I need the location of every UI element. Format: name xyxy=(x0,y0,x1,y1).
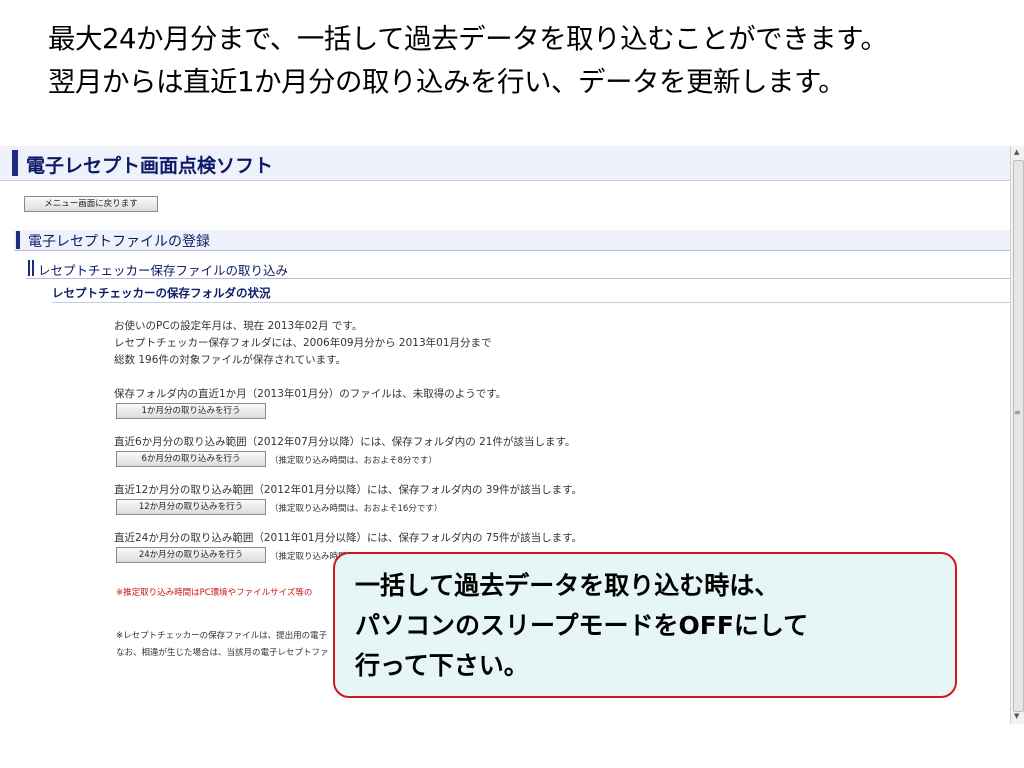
section-folder-status: レセプトチェッカーの保存フォルダの状況 xyxy=(52,284,1010,303)
slide-heading-line-1: 最大24か月分まで、一括して過去データを取り込むことができます。 xyxy=(48,23,888,55)
section-accent-bar xyxy=(16,231,20,249)
import-12-months-button[interactable]: 12か月分の取り込みを行う xyxy=(116,499,266,515)
import-12-estimate: （推定取り込み時間は、おおよそ16分です） xyxy=(270,504,443,514)
status-line-1: お使いのPCの設定年月は、現在 2013年02月 です。 xyxy=(114,320,363,332)
import-6-description: 直近6か月分の取り込み範囲（2012年07月分以降）には、保存フォルダ内の 21… xyxy=(114,436,576,448)
scroll-up-arrow-icon[interactable]: ▲ xyxy=(1014,148,1019,156)
scrollbar-thumb[interactable] xyxy=(1013,160,1024,712)
import-12-description: 直近12か月分の取り込み範囲（2012年01月分以降）には、保存フォルダ内の 3… xyxy=(114,484,583,496)
estimate-warning-note: ※推定取り込み時間はPC環境やファイルサイズ等の xyxy=(116,588,313,598)
section-accent-bar xyxy=(32,260,34,276)
file-note-1: ※レセプトチェッカーの保存ファイルは、提出用の電子 xyxy=(116,631,328,641)
app-title-bar: 電子レセプト画面点検ソフト xyxy=(0,146,1010,181)
title-accent-bar xyxy=(12,150,18,176)
import-1-description: 保存フォルダ内の直近1か月（2013年01月分）のファイルは、未取得のようです。 xyxy=(114,388,507,400)
status-line-2: レセプトチェッカー保存フォルダには、2006年09月分から 2013年01月分ま… xyxy=(114,337,492,349)
file-note-2: なお、相違が生じた場合は、当該月の電子レセプトファ xyxy=(116,648,329,658)
import-24-description: 直近24か月分の取り込み範囲（2011年01月分以降）には、保存フォルダ内の 7… xyxy=(114,532,583,544)
vertical-scrollbar[interactable]: ▲ ≡ ▼ xyxy=(1010,146,1024,724)
section-title: レセプトチェッカー保存ファイルの取り込み xyxy=(38,263,289,278)
section-checker-import: レセプトチェッカー保存ファイルの取り込み xyxy=(26,258,1010,279)
back-to-menu-button[interactable]: メニュー画面に戻ります xyxy=(24,196,158,212)
slide-heading-line-2: 翌月からは直近1か月分の取り込みを行い、データを更新します。 xyxy=(48,66,846,98)
import-24-months-button[interactable]: 24か月分の取り込みを行う xyxy=(116,547,266,563)
section-title: レセプトチェッカーの保存フォルダの状況 xyxy=(52,286,271,300)
import-6-estimate: （推定取り込み時間は、おおよそ8分です） xyxy=(270,456,437,466)
callout-box: 一括して過去データを取り込む時は、 パソコンのスリープモードをOFFにして 行っ… xyxy=(333,552,957,698)
app-title: 電子レセプト画面点検ソフト xyxy=(26,155,274,177)
section-accent-bar xyxy=(28,260,30,276)
import-1-month-button[interactable]: 1か月分の取り込みを行う xyxy=(116,403,266,419)
import-6-months-button[interactable]: 6か月分の取り込みを行う xyxy=(116,451,266,467)
scroll-down-arrow-icon[interactable]: ▼ xyxy=(1014,712,1019,720)
scroll-grip-icon: ≡ xyxy=(1014,408,1021,417)
callout-line-1: 一括して過去データを取り込む時は、 xyxy=(355,571,780,600)
callout-line-3: 行って下さい。 xyxy=(355,651,529,680)
section-file-registration: 電子レセプトファイルの登録 xyxy=(14,230,1010,251)
section-title: 電子レセプトファイルの登録 xyxy=(28,234,210,250)
callout-line-2: パソコンのスリープモードをOFFにして xyxy=(355,611,809,640)
status-line-3: 総数 196件の対象ファイルが保存されています。 xyxy=(114,354,347,366)
slide-heading: 最大24か月分まで、一括して過去データを取り込むことができます。 翌月からは直近… xyxy=(48,18,1018,104)
